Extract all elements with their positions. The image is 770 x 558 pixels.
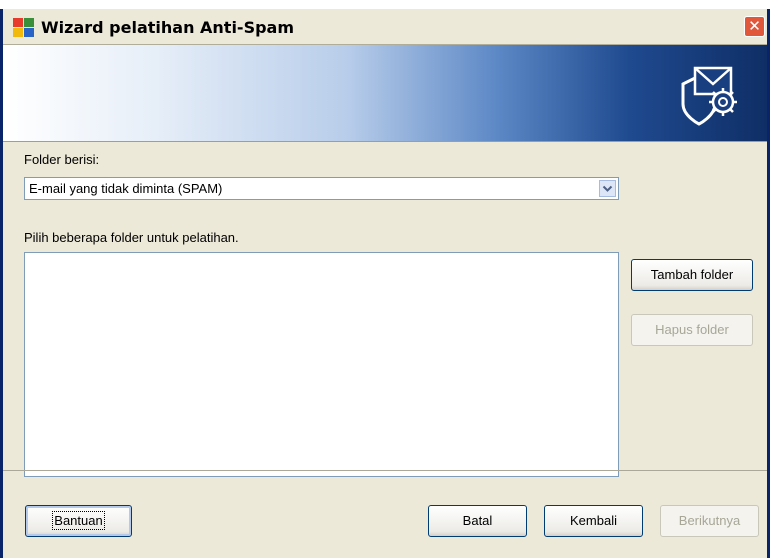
anti-spam-wizard-dialog: Wizard pelatihan Anti-Spam ✕ Folder beri… [0, 9, 770, 558]
avg-logo-icon [13, 18, 35, 38]
remove-folder-button[interactable]: Hapus folder [631, 314, 753, 346]
folder-contains-label: Folder berisi: [24, 152, 100, 167]
wizard-banner [3, 45, 767, 142]
add-folder-button[interactable]: Tambah folder [631, 259, 753, 291]
dropdown-arrow-button[interactable] [599, 180, 616, 197]
training-folders-list[interactable] [24, 252, 619, 477]
next-button[interactable]: Berikutnya [660, 505, 759, 537]
cancel-button[interactable]: Batal [428, 505, 527, 537]
title-bar[interactable]: Wizard pelatihan Anti-Spam ✕ [3, 9, 767, 45]
folder-selection-label: Pilih beberapa folder untuk pelatihan. [24, 230, 239, 245]
help-button-label: Bantuan [52, 511, 105, 530]
folder-type-dropdown[interactable]: E-mail yang tidak diminta (SPAM) [24, 177, 619, 200]
close-button[interactable]: ✕ [744, 16, 765, 37]
back-button[interactable]: Kembali [544, 505, 643, 537]
shield-mail-gear-icon [681, 66, 737, 126]
footer-divider [3, 470, 767, 471]
chevron-down-icon [602, 185, 613, 192]
window-title: Wizard pelatihan Anti-Spam [41, 18, 295, 37]
folder-type-selected-value: E-mail yang tidak diminta (SPAM) [29, 181, 223, 196]
help-button[interactable]: Bantuan [25, 505, 132, 537]
